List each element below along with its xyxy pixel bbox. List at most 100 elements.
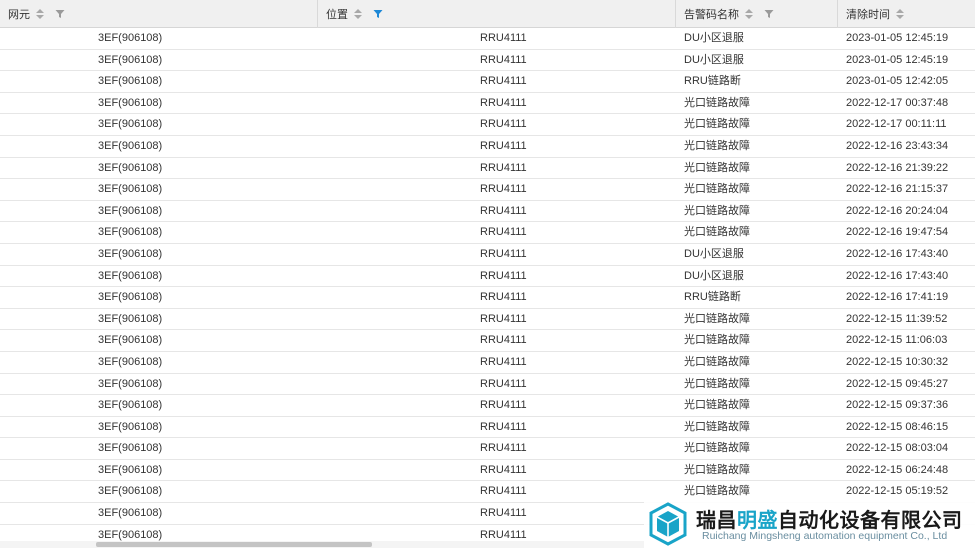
sort-icon[interactable] [745,7,754,21]
cell-clear-time: 2022-12-16 17:43:40 [846,269,949,282]
cell-ne: 3EF(906108) [98,269,163,282]
cell-alarm: DU小区退服 [684,32,744,44]
table-row[interactable]: 3EF(906108) RRU4111 RRU链路断 2023-01-05 12:42… [0,71,975,93]
table-row[interactable]: 3EF(906108) RRU4111 RRU链路断 2022-12-16 17:41… [0,287,975,309]
cell-position: RRU4111 [480,399,527,412]
cell-alarm: 光口链路故障 [684,463,750,476]
table-row[interactable]: 3EF(906108) RRU4111 光口链路故障 2022-12-16 19:47… [0,222,975,244]
cell-ne: 3EF(906108) [98,507,163,520]
cell-position: RRU4111 [480,118,527,131]
cell-clear-time: 2022-12-16 21:39:22 [846,161,949,174]
cell-position: RRU4111 [480,183,527,196]
cell-ne: 3EF(906108) [98,161,163,174]
cell-clear-time: 2022-12-15 11:06:03 [846,334,948,347]
cell-ne: 3EF(906108) [98,355,163,368]
column-header-ne[interactable]: 网元 [0,0,318,28]
table-row[interactable]: 3EF(906108) RRU4111 光口链路故障 2022-12-17 00:11… [0,114,975,136]
cell-clear-time: 2022-12-16 23:43:34 [846,139,949,152]
cell-position: RRU4111 [480,32,527,44]
table-header: 网元 位置 告警码名称 清除时间 [0,0,975,28]
cell-clear-time: 2022-12-17 00:37:48 [846,96,949,109]
cell-ne: 3EF(906108) [98,334,163,347]
cell-alarm: 光口链路故障 [684,334,750,347]
table-row[interactable]: 3EF(906108) RRU4111 光口链路故障 2022-12-15 08:03… [0,438,975,460]
cell-position: RRU4111 [480,247,527,260]
table-row[interactable]: 3EF(906108) RRU4111 光口链路故障 2022-12-17 00:37… [0,93,975,115]
filter-icon[interactable] [764,9,774,19]
cell-ne: 3EF(906108) [98,75,163,88]
cell-clear-time: 2022-12-16 19:47:54 [846,226,949,239]
cell-alarm: 光口链路故障 [684,204,750,217]
cell-ne: 3EF(906108) [98,312,163,325]
table-row[interactable]: 3EF(906108) RRU4111 光口链路故障 2022-12-16 20:24… [0,201,975,223]
cell-alarm: DU小区退服 [684,247,744,260]
column-header-clear-time[interactable]: 清除时间 [838,0,975,28]
table-row[interactable]: 3EF(906108) RRU4111 DU小区退服 2023-01-05 12:45… [0,50,975,72]
column-label-clear-time: 清除时间 [846,9,890,21]
cell-position: RRU4111 [480,291,527,304]
table-row[interactable]: 3EF(906108) RRU4111 光口链路故障 2022-12-15 09:45… [0,374,975,396]
sort-icon[interactable] [896,7,905,21]
cell-clear-time: 2023-01-05 12:45:19 [846,32,949,44]
cell-clear-time: 2022-12-15 11:39:52 [846,312,948,325]
table-row[interactable]: 3EF(906108) RRU4111 DU小区退服 2023-01-05 12:45… [0,28,975,50]
scrollbar-thumb[interactable] [96,542,372,547]
alarm-table: 网元 位置 告警码名称 清除时间 3EF(906108) RRU4111 DU小区退… [0,0,975,547]
filter-icon[interactable] [55,9,65,19]
table-row[interactable]: 3EF(906108) RRU4111 光口链路故障 2022-12-15 10:30… [0,352,975,374]
cell-position: RRU4111 [480,485,527,498]
table-row[interactable]: 3EF(906108) RRU4111 光口链路故障 2022-12-15 11:39… [0,309,975,331]
cell-alarm: DU小区退服 [684,269,744,282]
cell-position: RRU4111 [480,269,527,282]
cell-clear-time: 2022-12-15 06:24:48 [846,463,949,476]
cell-ne: 3EF(906108) [98,53,163,66]
cell-ne: 3EF(906108) [98,247,163,260]
cell-ne: 3EF(906108) [98,399,163,412]
cell-position: RRU4111 [480,463,527,476]
sort-icon[interactable] [354,7,363,21]
table-row[interactable]: 3EF(906108) RRU4111 DU小区退服 2022-12-16 17:43… [0,266,975,288]
company-watermark: 瑞昌明盛自动化设备有限公司 Ruichang Mingsheng automat… [644,498,975,548]
cell-position: RRU4111 [480,53,527,66]
cell-clear-time: 2022-12-15 10:30:32 [846,355,949,368]
table-row[interactable]: 3EF(906108) RRU4111 光口链路故障 2022-12-15 06:24… [0,460,975,482]
cell-position: RRU4111 [480,226,527,239]
cell-alarm: 光口链路故障 [684,183,750,196]
table-row[interactable]: 3EF(906108) RRU4111 光口链路故障 2022-12-15 11:06… [0,330,975,352]
cell-position: RRU4111 [480,96,527,109]
cell-alarm: 光口链路故障 [684,442,750,455]
column-label-position: 位置 [326,9,348,21]
table-row[interactable]: 3EF(906108) RRU4111 光口链路故障 2022-12-16 21:39… [0,158,975,180]
cell-position: RRU4111 [480,355,527,368]
cell-alarm: 光口链路故障 [684,226,750,239]
column-header-alarm[interactable]: 告警码名称 [676,0,838,28]
cell-clear-time: 2022-12-15 09:45:27 [846,377,949,390]
cell-ne: 3EF(906108) [98,420,163,433]
cell-clear-time: 2022-12-16 21:15:37 [846,183,949,196]
column-label-ne: 网元 [8,9,30,21]
cell-clear-time: 2022-12-15 08:03:04 [846,442,949,455]
table-row[interactable]: 3EF(906108) RRU4111 光口链路故障 2022-12-16 21:15… [0,179,975,201]
cell-ne: 3EF(906108) [98,139,163,152]
cell-clear-time: 2022-12-16 20:24:04 [846,204,949,217]
cell-ne: 3EF(906108) [98,183,163,196]
table-row[interactable]: 3EF(906108) RRU4111 光口链路故障 2022-12-15 09:37… [0,395,975,417]
cell-position: RRU4111 [480,312,527,325]
table-row[interactable]: 3EF(906108) RRU4111 光口链路故障 2022-12-16 23:43… [0,136,975,158]
cell-ne: 3EF(906108) [98,442,163,455]
cell-clear-time: 2022-12-16 17:41:19 [846,291,949,304]
cell-alarm: 光口链路故障 [684,355,750,368]
cell-position: RRU4111 [480,204,527,217]
table-row[interactable]: 3EF(906108) RRU4111 光口链路故障 2022-12-15 08:46… [0,417,975,439]
cell-alarm: 光口链路故障 [684,139,750,152]
cell-position: RRU4111 [480,139,527,152]
cell-clear-time: 2022-12-15 08:46:15 [846,420,949,433]
cell-position: RRU4111 [480,507,527,520]
sort-icon[interactable] [36,7,45,21]
filter-icon-active[interactable] [373,9,383,19]
cell-clear-time: 2022-12-17 00:11:11 [846,118,947,131]
cube-logo-icon [649,502,687,546]
table-row[interactable]: 3EF(906108) RRU4111 DU小区退服 2022-12-16 17:43… [0,244,975,266]
column-header-position[interactable]: 位置 [318,0,676,28]
cell-alarm: 光口链路故障 [684,161,750,174]
